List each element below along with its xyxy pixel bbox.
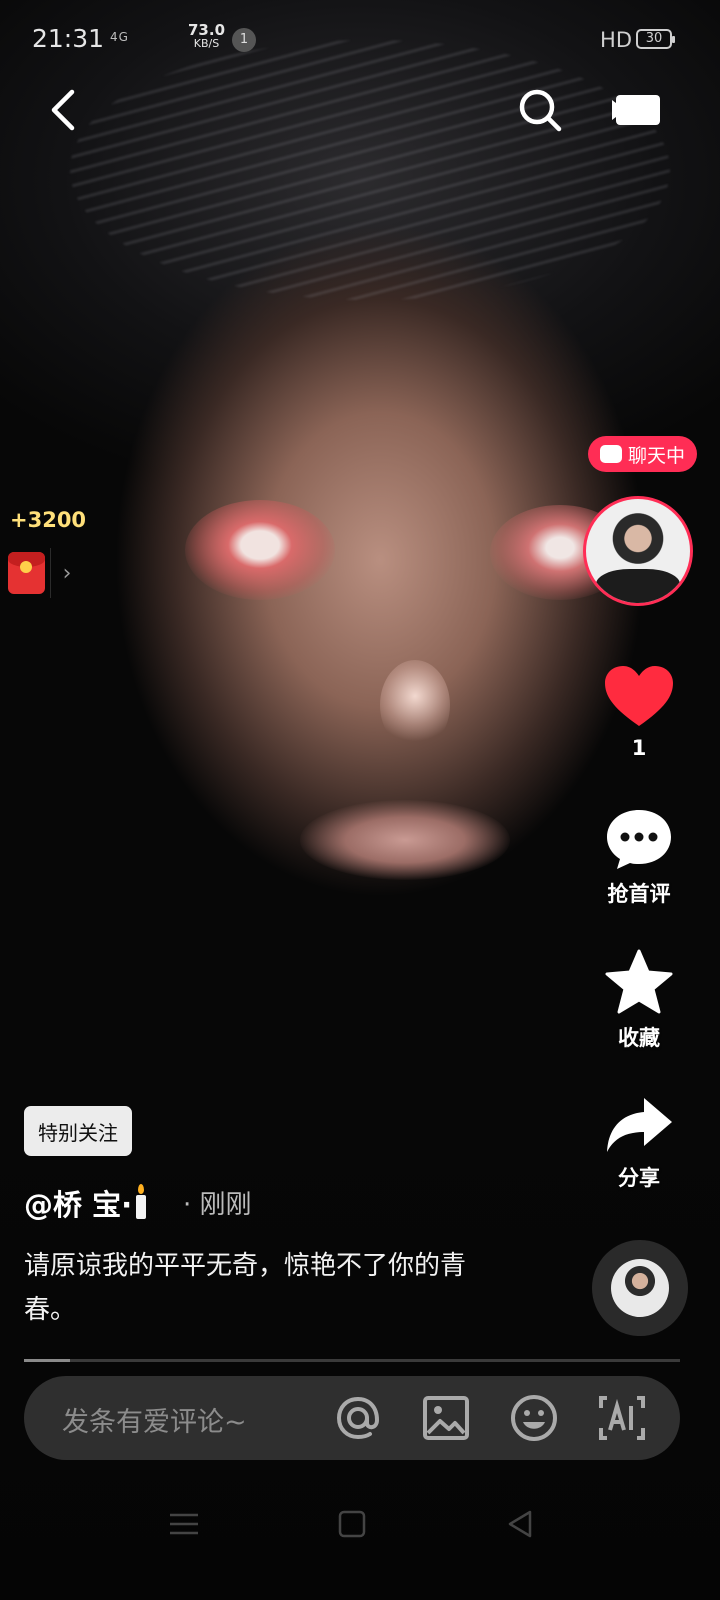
favorite-button[interactable]: 收藏: [600, 948, 678, 1052]
video-camera-icon: [612, 95, 660, 125]
share-label: 分享: [618, 1166, 660, 1190]
avatar-shirt-shape: [596, 569, 680, 603]
post-caption: 请原谅我的平平无奇，惊艳不了你的青春。: [24, 1251, 467, 1325]
image-button[interactable]: [420, 1394, 472, 1442]
special-follow-badge: 特别关注: [24, 1106, 132, 1156]
battery-icon: 30: [636, 29, 675, 49]
creator-avatar[interactable]: [583, 496, 693, 606]
comment-button[interactable]: 抢首评: [600, 806, 678, 908]
author-handle: @桥 宝·: [24, 1188, 133, 1222]
nav-menu-button[interactable]: [162, 1504, 206, 1544]
red-envelope-seal: [20, 561, 32, 573]
music-disc[interactable]: [592, 1240, 688, 1336]
menu-icon: [170, 1513, 198, 1535]
emoji-button[interactable]: [508, 1394, 560, 1442]
video-nose-highlight: [380, 660, 450, 750]
image-icon: [423, 1396, 469, 1440]
heart-icon: [605, 666, 673, 726]
network-speed-value: 73.0: [188, 21, 226, 39]
post-time-separator: ·: [183, 1190, 192, 1220]
coin-reward-count: +3200: [10, 508, 87, 532]
video-progress-fill: [24, 1359, 70, 1362]
video-progress-bar[interactable]: [24, 1359, 680, 1362]
share-arrow-icon: [607, 1098, 672, 1152]
favorite-label: 收藏: [618, 1026, 660, 1050]
status-time: 21:31: [32, 24, 105, 53]
square-icon: [338, 1510, 366, 1538]
comment-icon: [607, 810, 671, 869]
search-icon: [519, 89, 562, 132]
post-time: · 刚刚: [183, 1184, 252, 1221]
network-speed: 73.0 KB/S: [188, 21, 226, 51]
chatting-badge[interactable]: 聊天中: [588, 436, 698, 472]
chevron-right-icon: ›: [62, 560, 72, 586]
chat-bubble-icon: [600, 445, 622, 463]
system-nav-bar: [0, 1490, 720, 1560]
video-left-eye-region: [185, 500, 335, 600]
ai-icon: [599, 1396, 645, 1440]
at-icon: [336, 1396, 380, 1440]
like-count: 1: [631, 736, 647, 760]
music-disc-cover: [611, 1259, 669, 1317]
search-button[interactable]: [510, 80, 570, 140]
comment-placeholder: 发条有爱评论~: [62, 1407, 247, 1438]
share-button[interactable]: 分享: [600, 1094, 678, 1192]
post-time-value: 刚刚: [199, 1190, 252, 1220]
author-name[interactable]: @桥 宝·: [24, 1182, 154, 1224]
candle-icon: [136, 1184, 147, 1219]
status-bar: 21:31 4G 73.0 KB/S 1 HD 30: [0, 22, 720, 58]
comment-input-bar[interactable]: 发条有爱评论~: [24, 1376, 680, 1460]
camera-button[interactable]: [608, 80, 668, 140]
hd-indicator: HD: [600, 28, 632, 52]
smiley-icon: [511, 1395, 557, 1441]
nav-back-button[interactable]: [498, 1504, 542, 1544]
ai-button[interactable]: [596, 1394, 648, 1442]
nav-home-button[interactable]: [330, 1504, 374, 1544]
red-envelope-icon[interactable]: [8, 552, 45, 594]
reward-expand-button[interactable]: ›: [50, 548, 83, 598]
star-icon: [605, 949, 673, 1014]
triangle-back-icon: [508, 1510, 532, 1538]
mention-button[interactable]: [332, 1394, 384, 1442]
like-button[interactable]: 1: [600, 664, 678, 760]
notification-count-badge: 1: [232, 28, 256, 52]
chatting-label: 聊天中: [628, 444, 686, 467]
comment-label: 抢首评: [607, 882, 671, 906]
video-lips-region: [300, 800, 510, 880]
chevron-left-icon: [51, 89, 75, 131]
video-hair-region: [70, 40, 670, 300]
back-button[interactable]: [34, 80, 94, 140]
network-type: 4G: [110, 30, 129, 44]
